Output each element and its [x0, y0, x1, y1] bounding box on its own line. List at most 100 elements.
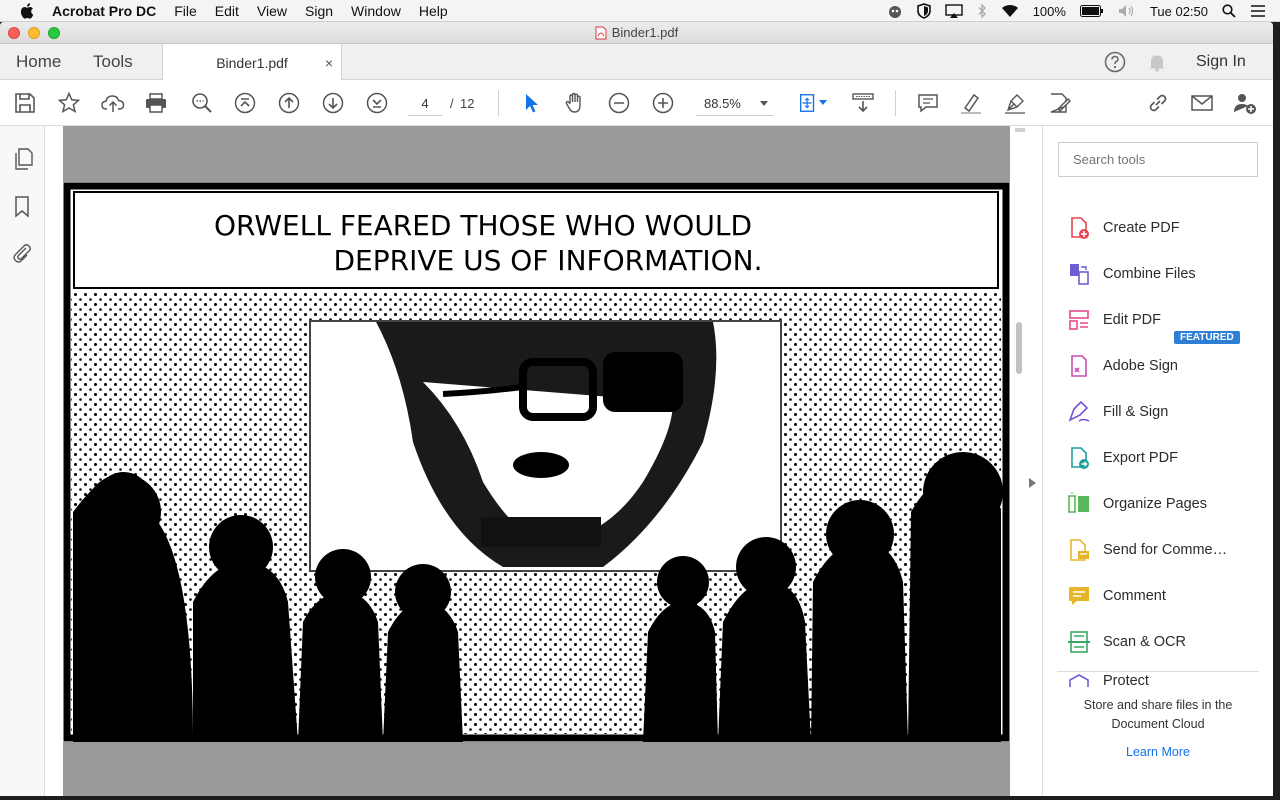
- search-tools-input[interactable]: [1058, 142, 1258, 177]
- clock[interactable]: Tue 02:50: [1150, 4, 1208, 19]
- envelope-icon: [1191, 95, 1213, 111]
- tab-tools-label: Tools: [93, 52, 133, 71]
- close-window-button[interactable]: [8, 27, 20, 39]
- upload-cloud-button[interactable]: [100, 90, 126, 116]
- sign-in-button[interactable]: Sign In: [1196, 44, 1246, 80]
- bookmark-star-button[interactable]: [56, 90, 82, 116]
- highlight-tool-button[interactable]: [958, 90, 984, 116]
- add-people-button[interactable]: [1232, 90, 1258, 116]
- spotlight-search-icon[interactable]: [1222, 4, 1236, 18]
- tool-item-send-for-comment[interactable]: Send for Comme…: [1067, 535, 1227, 565]
- tool-item-create-pdf[interactable]: Create PDF: [1067, 213, 1180, 243]
- comment-icon: [1069, 587, 1089, 605]
- tool-item-scan-ocr[interactable]: Scan & OCR: [1067, 627, 1186, 657]
- menu-help[interactable]: Help: [419, 3, 448, 19]
- help-icon[interactable]: [1104, 51, 1126, 73]
- tool-item-fill-sign[interactable]: Fill & Sign: [1067, 397, 1168, 427]
- previous-page-button[interactable]: [276, 90, 302, 116]
- first-page-button[interactable]: [232, 90, 258, 116]
- scrollbar-top-arrow[interactable]: [1015, 128, 1025, 132]
- zoom-window-button[interactable]: [48, 27, 60, 39]
- comment-tool-button[interactable]: [915, 90, 941, 116]
- apple-logo-icon[interactable]: [20, 2, 34, 19]
- page-display-button[interactable]: [794, 90, 830, 116]
- page-number-input[interactable]: 4: [408, 92, 442, 116]
- tool-item-adobe-sign[interactable]: Adobe Sign: [1067, 351, 1178, 381]
- menu-view[interactable]: View: [257, 3, 287, 19]
- volume-icon[interactable]: [1118, 4, 1136, 18]
- cloud-text-line1: Store and share files in the: [1083, 698, 1233, 712]
- vertical-scrollbar[interactable]: [1012, 126, 1026, 796]
- tool-item-comment[interactable]: Comment: [1067, 581, 1166, 611]
- star-icon: [57, 91, 81, 114]
- minimize-window-button[interactable]: [28, 27, 40, 39]
- zoom-out-button[interactable]: [606, 90, 632, 116]
- tools-list-divider: [1057, 671, 1259, 672]
- create-pdf-icon: [1071, 217, 1089, 239]
- airplay-icon[interactable]: [944, 3, 963, 19]
- bookmarks-icon[interactable]: [14, 196, 30, 218]
- scrollbar-thumb[interactable]: [1016, 322, 1022, 374]
- toolbar-separator: [895, 90, 896, 116]
- macos-menubar: Acrobat Pro DC File Edit View Sign Windo…: [0, 0, 1280, 22]
- navigation-pane: [0, 126, 57, 796]
- link-icon: [1149, 94, 1167, 112]
- tab-home[interactable]: Home: [16, 44, 61, 80]
- highlighter-icon: [961, 93, 981, 114]
- tab-document[interactable]: Binder1.pdf ×: [162, 44, 342, 81]
- menu-edit[interactable]: Edit: [215, 3, 239, 19]
- shield-icon[interactable]: [916, 3, 931, 19]
- scroll-mode-icon: [852, 93, 874, 113]
- menu-window[interactable]: Window: [351, 3, 401, 19]
- find-text-button[interactable]: [189, 90, 215, 116]
- tool-item-combine-files[interactable]: Combine Files: [1067, 259, 1196, 289]
- last-page-button[interactable]: [364, 90, 390, 116]
- chevron-down-icon: [760, 101, 768, 106]
- close-tab-button[interactable]: ×: [325, 55, 333, 71]
- status-bot-icon[interactable]: [887, 3, 903, 19]
- menu-sign[interactable]: Sign: [305, 3, 333, 19]
- search-zoom-icon: [192, 93, 212, 113]
- main-area: ORWELL FEARED THOSE WHO WOULD DEPRIVE US…: [0, 126, 1273, 796]
- notification-center-icon[interactable]: [1250, 4, 1266, 18]
- arrow-up-circle-icon: [278, 92, 300, 114]
- wifi-icon[interactable]: [1001, 4, 1019, 18]
- notifications-bell-icon[interactable]: [1147, 52, 1167, 72]
- hand-tool-button[interactable]: [562, 90, 588, 116]
- tool-item-edit-pdf[interactable]: Edit PDF: [1067, 305, 1161, 335]
- combine-files-icon: [1070, 264, 1089, 285]
- tab-tools[interactable]: Tools: [93, 44, 133, 80]
- attachments-paperclip-icon[interactable]: [12, 242, 32, 264]
- share-link-button[interactable]: [1145, 90, 1171, 116]
- page-thumbnails-icon[interactable]: [13, 148, 33, 170]
- scrolling-mode-button[interactable]: [850, 90, 876, 116]
- next-page-button[interactable]: [320, 90, 346, 116]
- edit-pdf-tool-button[interactable]: [1046, 90, 1072, 116]
- main-toolbar: 4 / 12 88.5%: [0, 80, 1273, 126]
- tool-item-protect[interactable]: Protect: [1067, 673, 1149, 687]
- email-button[interactable]: [1189, 90, 1215, 116]
- sign-tool-button[interactable]: [1002, 90, 1028, 116]
- tool-item-organize-pages[interactable]: Organize Pages: [1067, 489, 1207, 519]
- learn-more-link[interactable]: Learn More: [1057, 743, 1259, 762]
- cloud-promo: Store and share files in the Document Cl…: [1057, 696, 1259, 762]
- app-menu[interactable]: Acrobat Pro DC: [52, 3, 156, 19]
- tool-item-label: Comment: [1103, 588, 1166, 604]
- toolbar-separator: [498, 90, 499, 116]
- save-button[interactable]: [12, 90, 38, 116]
- battery-icon[interactable]: [1079, 5, 1104, 17]
- window-title: Binder1.pdf: [611, 25, 679, 40]
- menu-file[interactable]: File: [174, 3, 197, 19]
- comment-bubble-icon: [918, 94, 938, 113]
- document-view[interactable]: ORWELL FEARED THOSE WHO WOULD DEPRIVE US…: [45, 126, 1042, 796]
- tab-home-label: Home: [16, 52, 62, 71]
- print-button[interactable]: [143, 90, 169, 116]
- tool-item-label: Adobe Sign: [1103, 358, 1178, 374]
- bluetooth-icon[interactable]: [977, 3, 987, 19]
- zoom-level-select[interactable]: 88.5%: [696, 92, 774, 116]
- zoom-in-button[interactable]: [650, 90, 676, 116]
- select-tool-button[interactable]: [518, 90, 544, 116]
- collapse-right-pane-icon[interactable]: [1029, 478, 1037, 488]
- edit-pdf-icon: [1069, 310, 1089, 330]
- tool-item-export-pdf[interactable]: Export PDF: [1067, 443, 1178, 473]
